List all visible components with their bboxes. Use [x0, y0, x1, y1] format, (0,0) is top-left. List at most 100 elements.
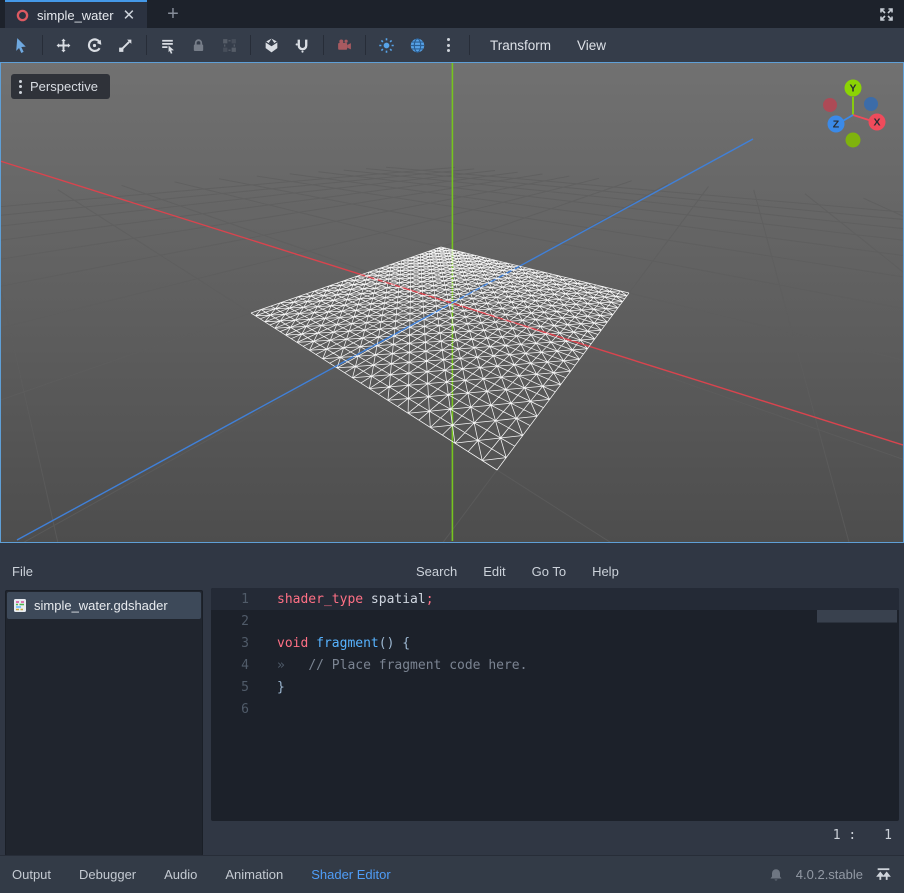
code-line-1[interactable]: 1 shader_type spatial; — [211, 588, 899, 610]
editor-menus: Search Edit Go To Help — [406, 564, 629, 579]
cursor-column: 1 — [884, 828, 892, 843]
toolbar-separator — [469, 35, 470, 55]
godot-editor-window: simple_water ✕ + — [0, 0, 904, 893]
dock-tab-debugger[interactable]: Debugger — [79, 867, 136, 882]
local-space-button[interactable] — [256, 31, 287, 59]
line-number: 3 — [211, 636, 249, 651]
spatial-toolbar: Transform View — [0, 28, 904, 62]
plane-mesh-wireframe[interactable] — [251, 247, 629, 470]
viewport-options-button[interactable] — [433, 31, 464, 59]
toolbar-separator — [365, 35, 366, 55]
line-number: 6 — [211, 702, 249, 717]
dock-tab-shader-editor[interactable]: Shader Editor — [311, 867, 391, 882]
select-arrow-icon — [13, 37, 30, 54]
list-select-tool-button[interactable] — [152, 31, 183, 59]
line-number: 2 — [211, 614, 249, 629]
line-number: 1 — [211, 592, 249, 607]
gizmo-z-label: Z — [833, 119, 840, 131]
move-tool-button[interactable] — [48, 31, 79, 59]
shader-file-icon — [13, 598, 27, 613]
perspective-button[interactable]: Perspective — [11, 74, 110, 99]
viewport-3d[interactable]: Y X Z Perspective — [0, 62, 904, 543]
camera-icon — [336, 37, 353, 54]
camera-preview-button[interactable] — [329, 31, 360, 59]
tab-label: simple_water — [37, 8, 114, 23]
rotate-icon — [86, 37, 103, 54]
lock-button[interactable] — [183, 31, 214, 59]
toolbar-separator — [323, 35, 324, 55]
plus-icon: + — [167, 3, 179, 26]
code-line-3[interactable]: 3 void fragment() { — [211, 632, 899, 654]
gizmo-neg-x-handle[interactable] — [823, 98, 837, 112]
gizmo-x-label: X — [873, 117, 880, 129]
status-right: 4.0.2.stable — [768, 866, 892, 883]
kebab-menu-icon — [19, 80, 22, 94]
editor-menu-help[interactable]: Help — [582, 564, 629, 579]
code-text: » // Place fragment code here. — [277, 658, 527, 673]
group-icon — [221, 37, 238, 54]
code-text: void fragment() { — [277, 636, 410, 651]
line-number: 4 — [211, 658, 249, 673]
code-line-4[interactable]: 4 » // Place fragment code here. — [211, 654, 899, 676]
sun-icon — [378, 37, 395, 54]
dock-tab-output[interactable]: Output — [12, 867, 51, 882]
snap-button[interactable] — [287, 31, 318, 59]
kebab-menu-icon — [447, 38, 450, 52]
version-label[interactable]: 4.0.2.stable — [796, 867, 863, 882]
close-icon[interactable]: ✕ — [122, 8, 137, 23]
new-tab-button[interactable]: + — [153, 0, 193, 28]
move-icon — [55, 37, 72, 54]
bottom-dock-tabs: Output Debugger Audio Animation Shader Edito… — [12, 867, 419, 882]
select-tool-button[interactable] — [6, 31, 37, 59]
dock-tab-audio[interactable]: Audio — [164, 867, 197, 882]
rotate-tool-button[interactable] — [79, 31, 110, 59]
preview-environment-button[interactable] — [402, 31, 433, 59]
editor-menu-edit[interactable]: Edit — [473, 564, 515, 579]
distraction-free-button[interactable] — [869, 0, 904, 28]
cursor-line: 1 : — [833, 828, 856, 843]
code-line-6[interactable]: 6 — [211, 698, 899, 720]
gizmo-neg-z-handle[interactable] — [864, 97, 878, 111]
toolbar-separator — [250, 35, 251, 55]
editor-menu-go-to[interactable]: Go To — [522, 564, 576, 579]
code-line-5[interactable]: 5} — [211, 676, 899, 698]
code-line-2[interactable]: 2 — [211, 610, 899, 632]
scene-tab-simple-water[interactable]: simple_water ✕ — [5, 0, 147, 28]
file-menu[interactable]: File — [0, 564, 195, 579]
expand-bottom-panel-icon[interactable] — [875, 866, 892, 883]
list-select-icon — [159, 37, 176, 54]
code-editor[interactable]: 1 shader_type spatial; 2 3 void fragment() {… — [211, 588, 899, 821]
toolbar-separator — [42, 35, 43, 55]
panel-menu-row: File Search Edit Go To Help — [0, 556, 904, 586]
tab-bar-spacer — [193, 0, 869, 28]
code-text: shader_type spatial; — [277, 592, 434, 607]
fullscreen-icon — [878, 6, 895, 23]
gizmo-y-label: Y — [849, 83, 856, 95]
scale-tool-button[interactable] — [110, 31, 141, 59]
notification-bell-icon[interactable] — [768, 867, 784, 883]
file-name: simple_water.gdshader — [34, 598, 168, 613]
local-space-cube-icon — [263, 37, 280, 54]
toolbar-separator — [146, 35, 147, 55]
snap-magnet-icon — [294, 37, 311, 54]
file-item-selected[interactable]: simple_water.gdshader — [7, 592, 201, 619]
environment-globe-icon — [409, 37, 426, 54]
lock-icon — [190, 37, 207, 54]
view-menu[interactable]: View — [566, 31, 617, 59]
scene-canvas: Y X Z — [1, 63, 903, 542]
gizmo-neg-y-handle[interactable] — [846, 133, 861, 148]
scale-icon — [117, 37, 134, 54]
scene-icon — [16, 9, 29, 22]
line-number: 5 — [211, 680, 249, 695]
preview-sunlight-button[interactable] — [371, 31, 402, 59]
shader-file-list[interactable]: simple_water.gdshader — [5, 590, 203, 856]
group-button[interactable] — [214, 31, 245, 59]
bottom-status-bar: Output Debugger Audio Animation Shader Edito… — [0, 855, 904, 893]
shader-editor-panel: File Search Edit Go To Help simple_water.gd… — [0, 543, 904, 855]
transform-menu[interactable]: Transform — [479, 31, 562, 59]
orientation-gizmo[interactable]: Y X Z — [823, 80, 886, 148]
scene-tab-bar: simple_water ✕ + — [0, 0, 904, 28]
dock-tab-animation[interactable]: Animation — [225, 867, 283, 882]
perspective-label: Perspective — [30, 79, 98, 94]
editor-menu-search[interactable]: Search — [406, 564, 467, 579]
